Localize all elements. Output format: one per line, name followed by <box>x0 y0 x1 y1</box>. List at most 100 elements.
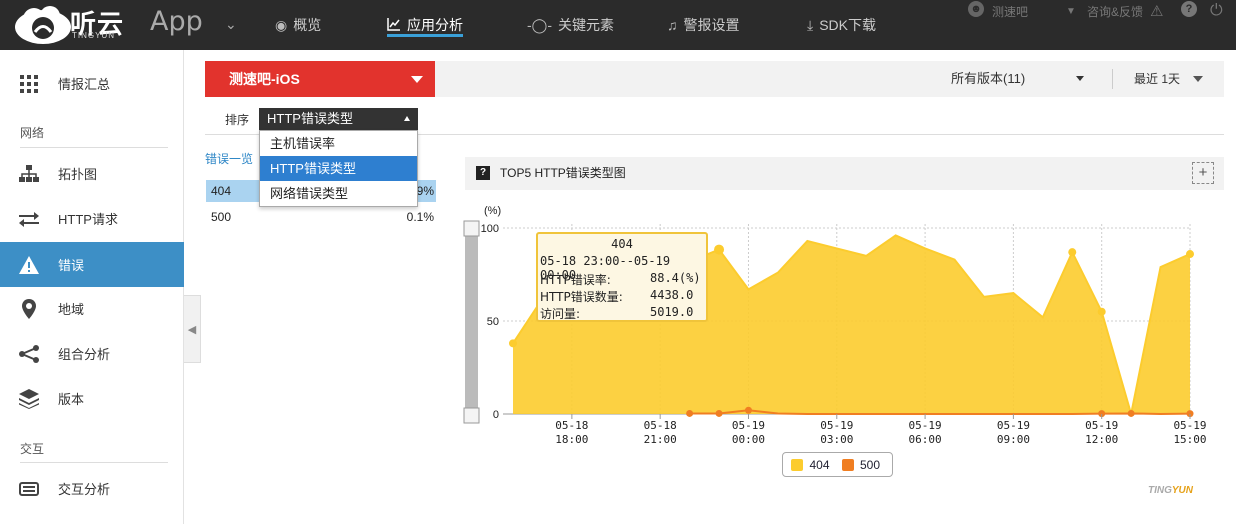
user-name[interactable]: 测速吧 <box>992 0 1028 22</box>
chevron-left-icon: ◀ <box>187 323 197 336</box>
sort-option-network-error-type[interactable]: 网络错误类型 <box>260 181 417 206</box>
range-slider-handle-bottom[interactable] <box>463 407 480 424</box>
point-500 <box>744 406 752 414</box>
sidebar-item-region[interactable]: 地域 <box>0 286 184 331</box>
app-title[interactable]: App <box>150 6 203 37</box>
nav-label: 关键元素 <box>558 17 614 33</box>
line-chart-icon <box>387 17 401 34</box>
caret-up-icon <box>404 116 410 121</box>
point-404 <box>509 339 517 348</box>
download-icon: ⤓ <box>807 16 814 33</box>
x-tick-label: 12:00 <box>1085 433 1118 446</box>
x-tick-label: 05-19 <box>997 419 1030 432</box>
feedback-link[interactable]: 咨询&反馈 <box>1087 0 1143 22</box>
app-name: 测速吧-iOS <box>229 71 300 87</box>
tooltip-value: 5019.0 <box>650 305 694 319</box>
legend-swatch-404[interactable] <box>791 458 804 471</box>
chart-legend: 404 500 <box>782 452 893 477</box>
caret-down-icon[interactable]: ▼ <box>1066 0 1076 22</box>
sidebar-item-topology[interactable]: 拓扑图 <box>0 151 184 196</box>
filter-bar: 所有版本(11) 最近 1天 <box>435 61 1224 97</box>
sidebar-item-label: 错误 <box>58 258 85 273</box>
x-tick-label: 21:00 <box>644 433 677 446</box>
error-row[interactable]: 500 0.1% <box>206 206 436 228</box>
sort-select[interactable]: HTTP错误类型 <box>259 108 418 130</box>
x-tick-label: 09:00 <box>997 433 1030 446</box>
nav-sdk-download[interactable]: ⤓ SDK下载 <box>807 0 876 50</box>
range-slider-track[interactable] <box>465 229 478 414</box>
sidebar-item-errors[interactable]: 错误 <box>0 242 184 287</box>
help-icon[interactable]: ? <box>476 166 490 180</box>
nav-label: 应用分析 <box>407 17 463 33</box>
power-icon[interactable]: ⏻ <box>1210 0 1223 22</box>
expand-icon[interactable]: + <box>1192 162 1214 184</box>
version-filter[interactable]: 所有版本(11) <box>951 61 1025 97</box>
nav-alert-settings[interactable]: ♫ 警报设置 <box>667 0 740 50</box>
chart-header: ? TOP5 HTTP错误类型图 + <box>465 157 1224 190</box>
nav-app-analysis[interactable]: 应用分析 <box>387 0 463 50</box>
y-tick-label: 100 <box>481 223 499 235</box>
bell-icon: ♫ <box>667 17 678 33</box>
user-avatar-icon[interactable]: ☻ <box>968 1 984 17</box>
legend-item-404[interactable]: 404 <box>809 458 829 472</box>
tooltip-value: 88.4(%) <box>650 271 701 285</box>
error-percent: 0.1% <box>406 210 434 224</box>
sidebar-collapse-toggle[interactable]: ◀ <box>184 295 201 363</box>
point-500 <box>686 409 694 417</box>
sidebar-item-label: 地域 <box>58 302 85 317</box>
nav-label: 概览 <box>293 17 322 33</box>
chart-tooltip: 404 05-18 23:00--05-19 00:00 HTTP错误率: 88… <box>536 232 708 322</box>
x-tick-label: 05-18 <box>644 419 677 432</box>
tingyun-watermark: TINGYUN <box>1148 485 1194 496</box>
sort-option-http-error-type[interactable]: HTTP错误类型 <box>260 156 417 181</box>
nav-key-elements[interactable]: -◯- 关键元素 <box>527 0 614 50</box>
x-tick-label: 18:00 <box>555 433 588 446</box>
chevron-down-icon[interactable]: ⌄ <box>225 16 237 33</box>
y-axis-label: (%) <box>484 205 501 217</box>
tooltip-row: HTTP错误数量: 4438.0 <box>540 288 693 305</box>
top-bar: 听云 TINGYUN App ⌄ ◉ 概览 应用分析 -◯- 关键元素 ♫ 警报… <box>0 0 1236 50</box>
nav-overview[interactable]: ◉ 概览 <box>275 0 321 50</box>
sidebar-item-summary[interactable]: 情报汇总 <box>0 61 184 106</box>
sort-value: HTTP错误类型 <box>267 111 353 126</box>
tooltip-row: HTTP错误率: 88.4(%) <box>540 271 701 288</box>
point-404 <box>1097 307 1106 316</box>
sidebar-item-label: 情报汇总 <box>58 77 111 92</box>
x-tick-label: 15:00 <box>1173 433 1206 446</box>
divider <box>1112 69 1113 89</box>
cloud-logo-icon <box>15 6 71 44</box>
sidebar-item-interaction-analysis[interactable]: 交互分析 <box>0 466 184 511</box>
nav-label: SDK下载 <box>819 17 876 33</box>
help-icon[interactable]: ? <box>1181 1 1197 17</box>
x-tick-label: 05-19 <box>820 419 853 432</box>
sort-label: 排序 <box>225 113 250 127</box>
map-pin-icon <box>0 298 58 319</box>
caret-down-icon[interactable] <box>1193 76 1203 82</box>
x-tick-label: 05-19 <box>909 419 942 432</box>
topology-icon <box>0 164 58 183</box>
app-selector[interactable]: 测速吧-iOS <box>205 61 435 97</box>
x-tick-label: 03:00 <box>820 433 853 446</box>
interaction-icon <box>0 480 58 498</box>
warning-icon[interactable]: ⚠ <box>1150 0 1163 22</box>
range-slider-handle-top[interactable] <box>463 220 480 237</box>
x-tick-label: 05-19 <box>732 419 765 432</box>
divider <box>20 462 168 463</box>
sidebar-item-combo-analysis[interactable]: 组合分析 <box>0 331 184 376</box>
sidebar-item-versions[interactable]: 版本 <box>0 376 184 421</box>
time-range-filter[interactable]: 最近 1天 <box>1134 61 1180 97</box>
sidebar-item-label: 组合分析 <box>58 347 111 362</box>
tooltip-label: HTTP错误数量: <box>540 290 623 304</box>
key-element-icon: -◯- <box>527 16 552 33</box>
point-404 <box>714 244 725 255</box>
x-tick-label: 05-19 <box>1085 419 1118 432</box>
legend-swatch-500[interactable] <box>841 458 854 471</box>
point-500 <box>715 409 723 417</box>
x-tick-label: 06:00 <box>909 433 942 446</box>
caret-down-icon[interactable] <box>1076 76 1084 81</box>
sort-option-host-error-rate[interactable]: 主机错误率 <box>260 131 417 156</box>
sidebar-item-http-requests[interactable]: HTTP请求 <box>0 196 184 241</box>
legend-item-500[interactable]: 500 <box>860 458 880 472</box>
sidebar: 情报汇总 网络 拓扑图 HTTP请求 错误 地域 组合分析 版本 交互 交互分析 <box>0 50 184 524</box>
error-overview-link[interactable]: 错误一览 <box>205 150 253 167</box>
